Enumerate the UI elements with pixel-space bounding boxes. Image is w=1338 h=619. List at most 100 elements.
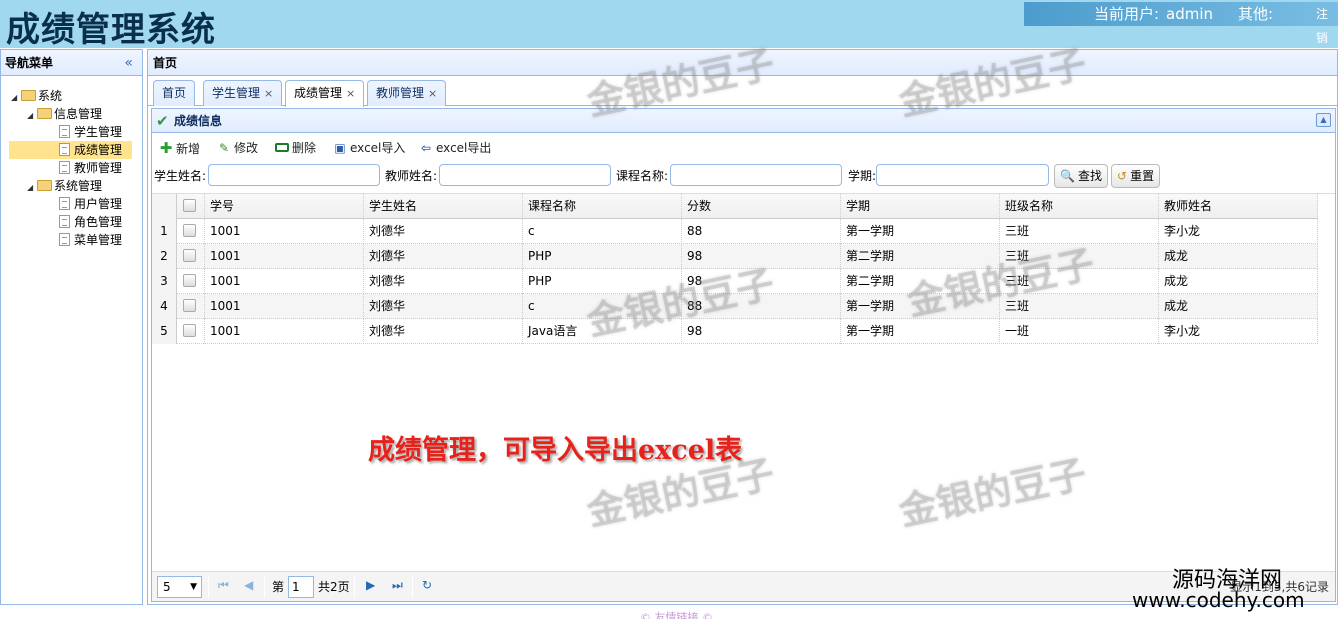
tab-home[interactable]: 首页: [153, 80, 196, 106]
tree-node-student-mgmt[interactable]: 学生管理: [59, 123, 122, 141]
score-info-title: 成绩信息: [174, 114, 223, 128]
app-title: 成绩管理系统: [6, 10, 216, 50]
cell-class-name: 一班: [1000, 319, 1159, 344]
save-icon: ▣: [334, 141, 346, 155]
cell-class-name: 三班: [1000, 294, 1159, 319]
collapse-panel-icon[interactable]: ▲: [1316, 113, 1331, 127]
row-checkbox[interactable]: [177, 294, 205, 319]
file-icon: [59, 143, 70, 156]
main-panel-title: 首页: [148, 50, 1337, 76]
column-header-score[interactable]: 分数: [682, 194, 841, 219]
next-page-icon[interactable]: ▶: [366, 578, 375, 592]
column-header-term[interactable]: 学期: [841, 194, 1000, 219]
excel-export-button[interactable]: ⇦ excel导出: [418, 139, 491, 157]
grid-header-row: 学号 学生姓名 课程名称 分数 学期 班级名称 教师姓名: [152, 194, 1318, 219]
cell-term: 第二学期: [841, 244, 1000, 269]
column-header-student-id[interactable]: 学号: [205, 194, 364, 219]
file-icon: [59, 125, 70, 138]
row-checkbox[interactable]: [177, 219, 205, 244]
course-name-input[interactable]: [670, 164, 842, 186]
select-all-checkbox[interactable]: [177, 194, 205, 219]
column-header-course-name[interactable]: 课程名称: [523, 194, 682, 219]
tab-score-mgmt[interactable]: 成绩管理 ×: [285, 80, 365, 107]
search-button[interactable]: 🔍 查找: [1054, 164, 1108, 188]
last-page-icon[interactable]: ⏭: [392, 578, 403, 593]
cell-term: 第一学期: [841, 319, 1000, 344]
row-checkbox[interactable]: [177, 319, 205, 344]
excel-import-button[interactable]: ▣ excel导入: [332, 139, 405, 157]
tree-node-info-group[interactable]: ◢ 信息管理: [27, 105, 102, 123]
tree-node-menu-mgmt[interactable]: 菜单管理: [59, 231, 122, 249]
add-button[interactable]: ✚ 新增: [158, 139, 200, 157]
cell-term: 第二学期: [841, 269, 1000, 294]
collapse-icon[interactable]: «: [124, 50, 133, 76]
cell-teacher-name: 成龙: [1159, 269, 1318, 294]
close-icon[interactable]: ×: [346, 87, 355, 100]
close-icon[interactable]: ×: [264, 87, 273, 100]
toolbar: ✚ 新增 ✎ 修改 删除 ▣ excel导入 ⇦ excel导出: [152, 136, 1335, 160]
column-header-student-name[interactable]: 学生姓名: [364, 194, 523, 219]
site-url-watermark: www.codehy.com: [1132, 588, 1305, 612]
expand-triangle-icon[interactable]: ◢: [27, 179, 37, 197]
cell-course-name: c: [523, 219, 682, 244]
student-name-label: 学生姓名:: [154, 169, 207, 183]
cell-course-name: c: [523, 294, 682, 319]
folder-open-icon: [37, 108, 52, 119]
user-bar: 当前用户: admin 其他: 注销: [1024, 2, 1338, 45]
course-name-label: 课程名称:: [616, 169, 669, 183]
close-icon[interactable]: ×: [428, 87, 437, 100]
table-row[interactable]: 5 1001 刘德华 Java语言 98 第一学期 一班 李小龙: [152, 319, 1318, 344]
current-user-label: 当前用户:: [1094, 5, 1160, 23]
first-page-icon[interactable]: ⏮: [218, 578, 229, 593]
cell-term: 第一学期: [841, 219, 1000, 244]
tab-teacher-mgmt[interactable]: 教师管理 ×: [367, 80, 447, 106]
annotation-caption: 成绩管理，可导入导出excel表: [368, 435, 743, 466]
tree-node-sys-group[interactable]: ◢ 系统管理: [27, 177, 102, 195]
cell-score: 88: [682, 294, 841, 319]
expand-triangle-icon[interactable]: ◢: [27, 107, 37, 125]
pager-separator: [412, 576, 413, 598]
row-number-header: [152, 194, 177, 219]
minus-icon: [274, 139, 290, 157]
table-row[interactable]: 1 1001 刘德华 c 88 第一学期 三班 李小龙: [152, 219, 1318, 244]
edit-button[interactable]: ✎ 修改: [216, 139, 258, 157]
page-size-select[interactable]: 5 ▼: [157, 576, 202, 598]
refresh-icon[interactable]: ↻: [422, 578, 432, 592]
check-icon: ✔: [156, 112, 169, 130]
footer-links[interactable]: © 友情链接 ©: [640, 609, 713, 619]
term-label: 学期:: [848, 169, 877, 183]
tree-node-role-mgmt[interactable]: 角色管理: [59, 213, 122, 231]
app-header: 成绩管理系统 当前用户: admin 其他: 注销: [0, 0, 1338, 50]
folder-open-icon: [21, 90, 36, 101]
table-row[interactable]: 3 1001 刘德华 PHP 98 第二学期 三班 成龙: [152, 269, 1318, 294]
cell-student-id: 1001: [205, 219, 364, 244]
folder-open-icon: [37, 180, 52, 191]
student-name-input[interactable]: [208, 164, 380, 186]
page-number-input[interactable]: 1: [288, 576, 314, 598]
tab-student-mgmt[interactable]: 学生管理 ×: [203, 80, 283, 106]
cell-course-name: PHP: [523, 269, 682, 294]
tree-node-teacher-mgmt[interactable]: 教师管理: [59, 159, 122, 177]
tree-node-score-mgmt[interactable]: 成绩管理: [9, 141, 132, 159]
column-header-teacher-name[interactable]: 教师姓名: [1159, 194, 1318, 219]
prev-page-icon[interactable]: ◀: [244, 578, 253, 592]
row-checkbox[interactable]: [177, 269, 205, 294]
file-icon: [59, 215, 70, 228]
row-number: 3: [152, 269, 177, 294]
reset-button[interactable]: ↺ 重置: [1111, 164, 1161, 188]
delete-button[interactable]: 删除: [274, 139, 316, 157]
cell-teacher-name: 成龙: [1159, 244, 1318, 269]
chevron-down-icon: ▼: [190, 582, 197, 592]
logout-link[interactable]: 注销: [1316, 2, 1338, 50]
table-row[interactable]: 2 1001 刘德华 PHP 98 第二学期 三班 成龙: [152, 244, 1318, 269]
tree-node-user-mgmt[interactable]: 用户管理: [59, 195, 122, 213]
term-input[interactable]: [876, 164, 1049, 186]
column-header-class-name[interactable]: 班级名称: [1000, 194, 1159, 219]
teacher-name-input[interactable]: [439, 164, 611, 186]
table-row[interactable]: 4 1001 刘德华 c 88 第一学期 三班 成龙: [152, 294, 1318, 319]
row-number: 4: [152, 294, 177, 319]
expand-triangle-icon[interactable]: ◢: [11, 89, 21, 107]
cell-student-name: 刘德华: [364, 244, 523, 269]
tree-node-system[interactable]: ◢ 系统: [11, 87, 62, 105]
row-checkbox[interactable]: [177, 244, 205, 269]
